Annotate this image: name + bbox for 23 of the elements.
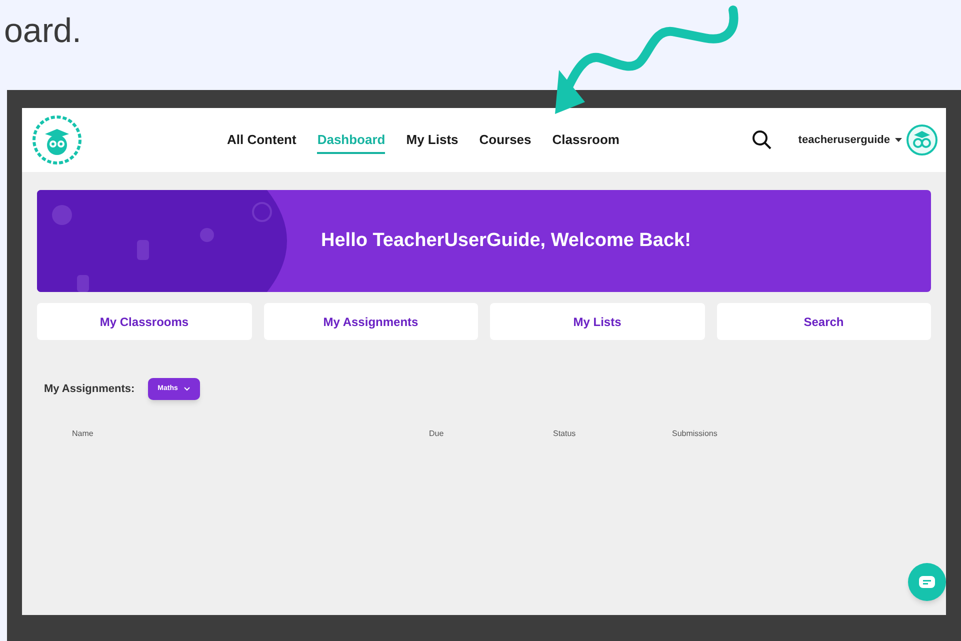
quick-link-button[interactable]: My Assignments <box>264 303 478 340</box>
article-text: oard. <box>4 12 82 50</box>
column-header: Name <box>72 428 94 440</box>
column-header: Submissions <box>672 428 718 440</box>
quick-link-button[interactable]: My Lists <box>490 303 704 340</box>
column-header: Status <box>553 428 577 440</box>
chat-button[interactable] <box>908 563 946 601</box>
caret-icon <box>895 138 902 142</box>
chat-icon <box>919 576 935 588</box>
nav-link[interactable]: Courses <box>479 126 532 154</box>
owl-avatar-icon[interactable] <box>906 124 938 156</box>
column-header: Due <box>429 428 445 440</box>
quick-link-button[interactable]: My Classrooms <box>37 303 252 340</box>
owl-logo-icon <box>32 115 82 165</box>
chevron-down-icon <box>184 387 190 391</box>
search-icon[interactable] <box>752 130 772 150</box>
quick-link-button[interactable]: Search <box>716 303 931 340</box>
assignments-label: My Assignments: <box>44 382 135 397</box>
user-menu[interactable]: teacheruserguide <box>798 132 902 148</box>
nav-link[interactable]: All Content <box>227 126 296 154</box>
welcome-heading: Hello TeacherUserGuide, Welcome Back! <box>321 228 691 253</box>
nav-link[interactable]: Classroom <box>552 126 620 154</box>
nav-link[interactable]: My Lists <box>406 126 458 154</box>
